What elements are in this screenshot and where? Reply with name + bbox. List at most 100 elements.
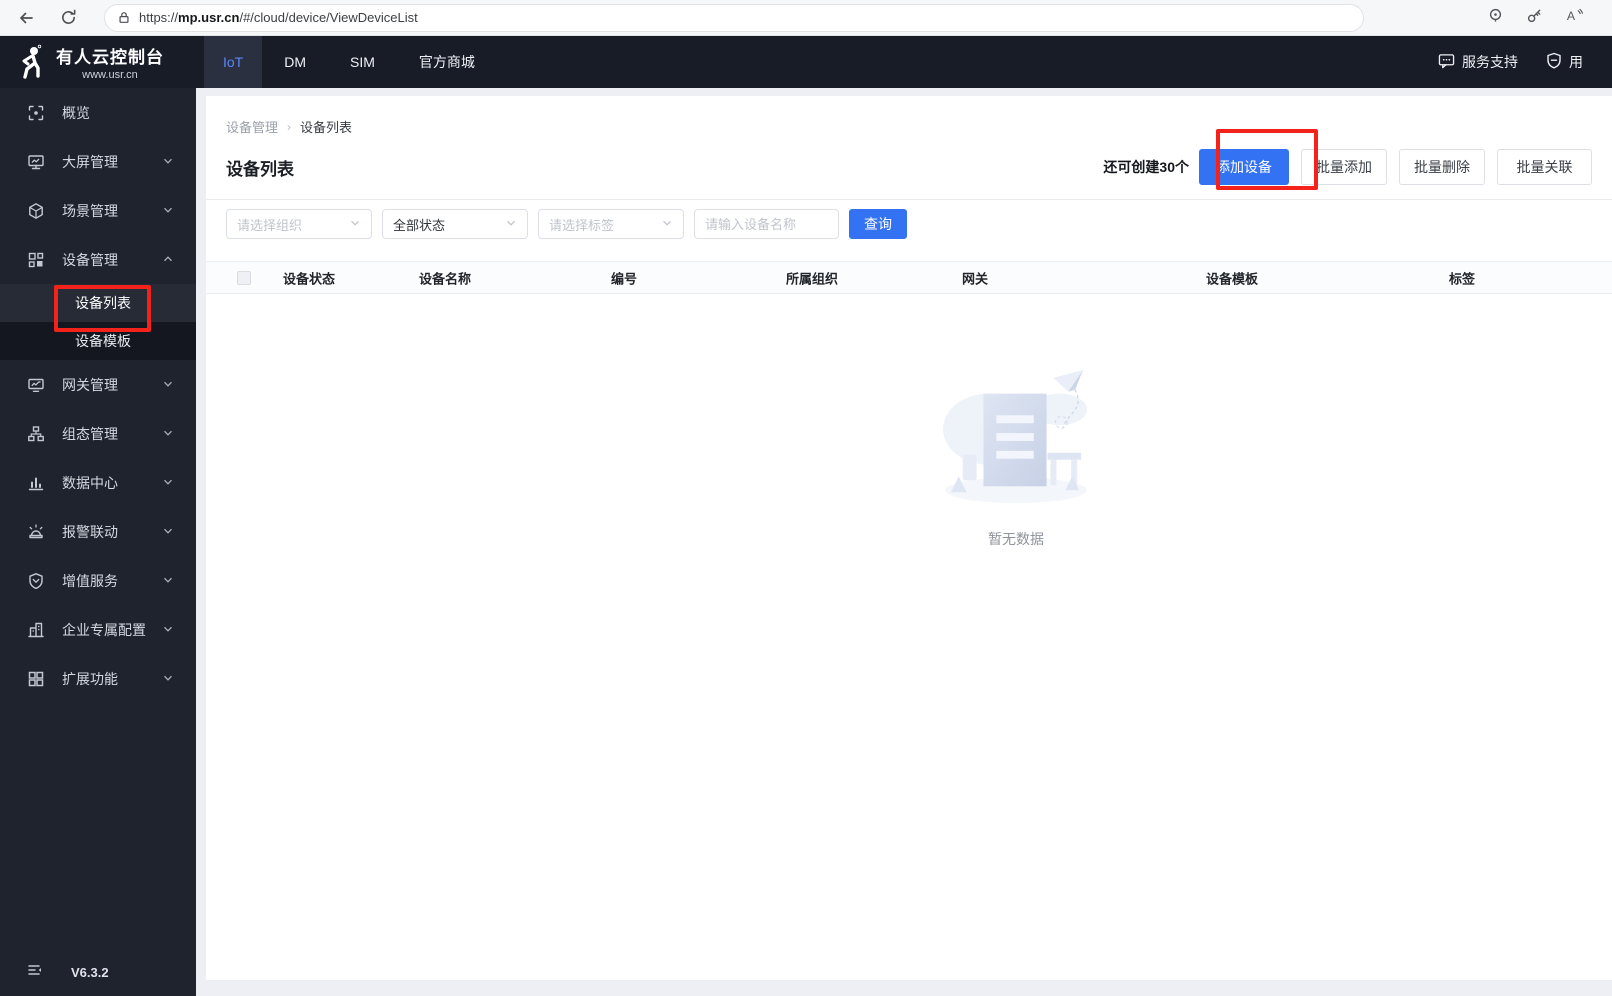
content-panel: 设备管理 › 设备列表 设备列表 还可创建30个 添加设备 批量添加 批量删除 … xyxy=(206,96,1612,980)
sidebar-item-label: 扩展功能 xyxy=(62,670,118,687)
logo[interactable]: 有人云控制台 www.usr.cn xyxy=(14,43,196,81)
table-header: 设备状态 设备名称 编号 所属组织 网关 设备模板 标签 xyxy=(206,261,1612,294)
chevron-down-icon xyxy=(505,217,517,232)
sidebar-item-value-service[interactable]: 增值服务 xyxy=(0,556,196,605)
scada-icon xyxy=(28,425,44,441)
tab-sim[interactable]: SIM xyxy=(328,36,397,88)
sidebar-item-label: 网关管理 xyxy=(62,376,118,393)
breadcrumb-current: 设备列表 xyxy=(300,120,353,135)
empty-text: 暂无数据 xyxy=(988,531,1044,547)
status-select[interactable]: 全部状态 xyxy=(382,209,528,239)
device-submenu: 设备列表 设备模板 xyxy=(0,284,196,360)
lock-icon xyxy=(117,10,131,25)
user-center[interactable]: 用 xyxy=(1546,52,1583,72)
sidebar-item-scene[interactable]: 场景管理 xyxy=(0,186,196,235)
app-header: 有人云控制台 www.usr.cn IoT DM SIM 官方商城 服务支持 用 xyxy=(0,36,1612,88)
device-name-input[interactable] xyxy=(694,209,839,239)
sidebar-item-label: 企业专属配置 xyxy=(62,621,146,638)
column-header-device-status: 设备状态 xyxy=(283,271,336,286)
column-header-organization: 所属组织 xyxy=(786,271,839,286)
sidebar-item-overview[interactable]: 概览 xyxy=(0,88,196,137)
column-header-sn: 编号 xyxy=(611,271,638,286)
quota-text: 还可创建30个 xyxy=(1103,159,1189,175)
chevron-down-icon xyxy=(162,475,174,491)
batch-link-button[interactable]: 批量关联 xyxy=(1497,149,1592,185)
tab-dm[interactable]: DM xyxy=(262,36,328,88)
device-icon xyxy=(28,252,44,267)
sidebar-item-device-management[interactable]: 设备管理 xyxy=(0,235,196,284)
browser-back-icon[interactable] xyxy=(12,4,40,32)
sidebar-item-label: 设备管理 xyxy=(62,251,118,268)
chevron-down-icon xyxy=(661,217,673,232)
search-button[interactable]: 查询 xyxy=(849,209,907,239)
chevron-down-icon xyxy=(162,622,174,638)
sidebar-item-label: 场景管理 xyxy=(62,202,118,219)
chevron-down-icon xyxy=(349,217,361,232)
empty-illustration xyxy=(943,369,1087,504)
tab-mall[interactable]: 官方商城 xyxy=(397,36,497,88)
breadcrumb: 设备管理 › 设备列表 xyxy=(226,96,1592,136)
sidebar-item-label: 报警联动 xyxy=(62,523,118,540)
chevron-down-icon xyxy=(162,377,174,393)
extension-icon xyxy=(28,671,44,686)
usr-person-logo-icon xyxy=(22,44,42,79)
page-title: 设备列表 xyxy=(226,159,294,179)
select-all-checkbox[interactable] xyxy=(237,271,251,285)
sidebar-item-label: 大屏管理 xyxy=(62,153,118,170)
chevron-down-icon xyxy=(162,154,174,170)
tab-iot[interactable]: IoT xyxy=(204,36,263,88)
breadcrumb-parent[interactable]: 设备管理 xyxy=(226,117,278,136)
shield-icon xyxy=(1546,52,1562,72)
sidebar-item-label: 组态管理 xyxy=(62,425,118,442)
sidebar: 概览 大屏管理 场景管理 设备管理 设备列表 设备模板 网关管理 组态管理 数据 xyxy=(0,88,196,996)
svg-text:A: A xyxy=(1567,9,1576,23)
key-icon[interactable] xyxy=(1526,7,1543,29)
sidebar-item-alarm[interactable]: 报警联动 xyxy=(0,507,196,556)
value-service-icon xyxy=(29,572,43,589)
add-device-button[interactable]: 添加设备 xyxy=(1199,149,1289,185)
service-support[interactable]: 服务支持 xyxy=(1438,52,1518,72)
sidebar-item-device-list[interactable]: 设备列表 xyxy=(0,284,196,322)
empty-state: 暂无数据 xyxy=(937,368,1095,549)
collapse-sidebar-icon[interactable] xyxy=(27,962,43,983)
browser-toolbar: https://mp.usr.cn/#/cloud/device/ViewDev… xyxy=(0,0,1612,36)
batch-delete-button[interactable]: 批量删除 xyxy=(1399,149,1485,185)
sidebar-item-label: 数据中心 xyxy=(62,474,118,491)
sidebar-item-enterprise-config[interactable]: 企业专属配置 xyxy=(0,605,196,654)
chevron-down-icon xyxy=(162,426,174,442)
scene-icon xyxy=(29,202,43,219)
sidebar-item-bigscreen[interactable]: 大屏管理 xyxy=(0,137,196,186)
app-subtitle: www.usr.cn xyxy=(82,69,138,81)
overview-icon xyxy=(28,105,44,120)
main-content: 设备管理 › 设备列表 设备列表 还可创建30个 添加设备 批量添加 批量删除 … xyxy=(196,88,1612,996)
datacenter-icon xyxy=(28,477,44,490)
batch-add-button[interactable]: 批量添加 xyxy=(1301,149,1387,185)
breadcrumb-separator-icon: › xyxy=(287,119,292,134)
version-label: V6.3.2 xyxy=(71,964,109,980)
app-title: 有人云控制台 xyxy=(56,48,164,67)
chevron-down-icon xyxy=(162,524,174,540)
sidebar-item-extensions[interactable]: 扩展功能 xyxy=(0,654,196,703)
chevron-up-icon xyxy=(162,252,174,268)
column-header-device-template: 设备模板 xyxy=(1206,271,1259,286)
tag-select[interactable]: 请选择标签 xyxy=(538,209,684,239)
address-bar[interactable]: https://mp.usr.cn/#/cloud/device/ViewDev… xyxy=(104,3,1364,32)
sidebar-item-label: 概览 xyxy=(62,104,90,121)
title-divider xyxy=(206,199,1612,200)
enterprise-icon xyxy=(28,622,44,637)
org-select[interactable]: 请选择组织 xyxy=(226,209,372,239)
sidebar-item-scada[interactable]: 组态管理 xyxy=(0,409,196,458)
chat-icon xyxy=(1438,53,1455,72)
location-icon[interactable] xyxy=(1487,7,1504,29)
product-tabs: IoT DM SIM 官方商城 xyxy=(204,36,497,88)
browser-refresh-icon[interactable] xyxy=(54,4,82,32)
column-header-device-name: 设备名称 xyxy=(419,271,472,286)
chevron-down-icon xyxy=(162,573,174,589)
read-aloud-icon[interactable]: A xyxy=(1565,7,1584,29)
sidebar-item-datacenter[interactable]: 数据中心 xyxy=(0,458,196,507)
sidebar-item-device-template[interactable]: 设备模板 xyxy=(0,322,196,360)
bigscreen-icon xyxy=(28,154,44,169)
sidebar-item-label: 增值服务 xyxy=(62,572,118,589)
column-header-tag: 标签 xyxy=(1449,271,1476,286)
sidebar-item-gateway[interactable]: 网关管理 xyxy=(0,360,196,409)
